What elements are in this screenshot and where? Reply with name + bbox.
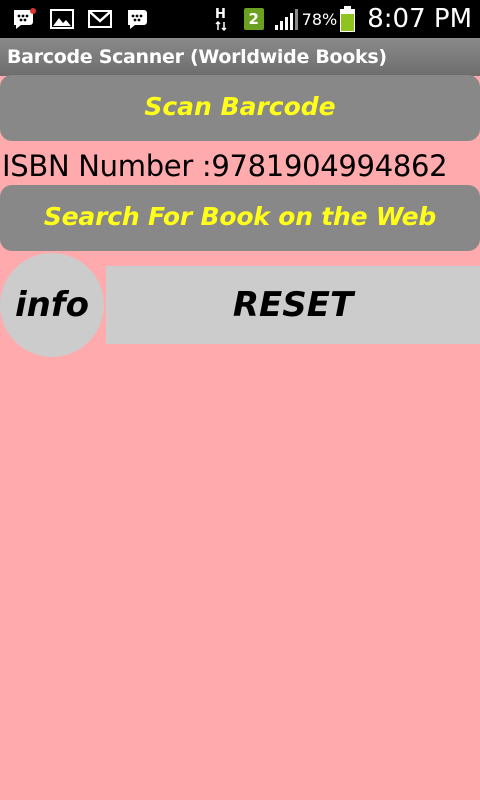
gallery-icon <box>50 9 74 29</box>
isbn-number-text: ISBN Number :9781904994862 <box>2 149 448 183</box>
reset-button[interactable]: RESET <box>106 266 480 344</box>
notification-icons <box>12 7 150 31</box>
sim-badge: 2 <box>243 8 264 30</box>
network-h-icon: H <box>215 7 227 32</box>
system-icons: H 2 78% 8:07 PM <box>212 0 472 38</box>
battery-icon <box>340 6 356 32</box>
info-button[interactable]: info <box>0 253 104 357</box>
status-bar: H 2 78% 8:07 PM <box>0 0 480 38</box>
clock: 8:07 PM <box>367 4 472 34</box>
search-web-button[interactable]: Search For Book on the Web <box>0 185 480 251</box>
svg-text:H: H <box>215 7 226 22</box>
bbm-notification-icon <box>14 8 36 29</box>
bbm-icon <box>128 10 147 29</box>
gmail-icon <box>88 10 112 28</box>
app-title-bar: Barcode Scanner (Worldwide Books) <box>0 38 480 76</box>
scan-barcode-button[interactable]: Scan Barcode <box>0 75 480 141</box>
signal-icon <box>274 9 298 30</box>
battery-percentage: 78% <box>301 9 338 29</box>
